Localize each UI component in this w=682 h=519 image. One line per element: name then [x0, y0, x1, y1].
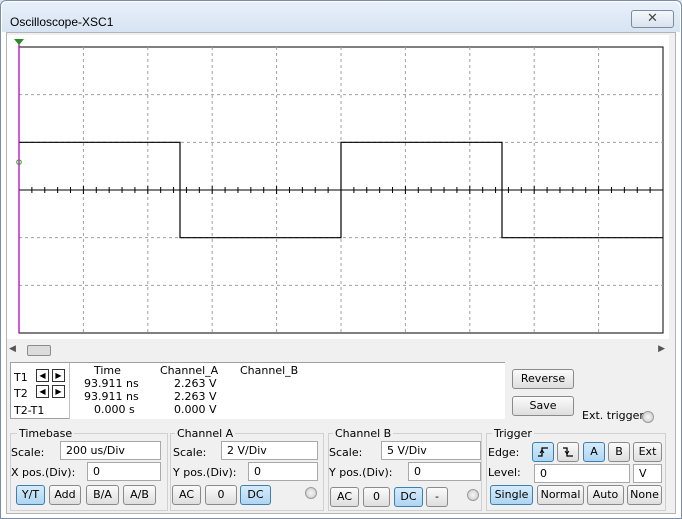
mode-ba-button[interactable]: B/A: [86, 485, 119, 505]
channel-b-minus-button[interactable]: -: [426, 487, 448, 507]
readout-table: Time Channel_A Channel_B 93.911 ns 2.263…: [69, 363, 505, 419]
header-time: Time: [94, 364, 121, 377]
timebase-xpos-label: X pos.(Div):: [11, 466, 76, 479]
window-title: Oscilloscope-XSC1: [10, 15, 114, 29]
channel-b-scale-field[interactable]: 5 V/Div: [381, 441, 481, 460]
trigger-auto-button[interactable]: Auto: [587, 485, 624, 505]
channel-b-ac-button[interactable]: AC: [330, 487, 359, 507]
trigger-title: Trigger: [492, 427, 534, 440]
channel-a-ypos-label: Y pos.(Div):: [173, 466, 237, 479]
timebase-xpos-field[interactable]: 0: [87, 462, 161, 481]
mode-yt-button[interactable]: Y/T: [16, 485, 45, 505]
channel-b-scale-label: Scale:: [329, 446, 363, 459]
row-label-t2: T2: [14, 387, 28, 400]
trigger-edge-label: Edge:: [488, 446, 520, 459]
t2-left-arrow-icon[interactable]: ◀: [36, 385, 49, 398]
reverse-button[interactable]: Reverse: [512, 369, 574, 389]
timebase-title: Timebase: [17, 427, 75, 440]
rising-edge-button[interactable]: [532, 442, 554, 462]
trigger-source-a-button[interactable]: A: [583, 442, 605, 462]
t1-right-arrow-icon[interactable]: ▶: [52, 369, 65, 382]
save-button[interactable]: Save: [512, 396, 574, 416]
channel-b-zero-button[interactable]: 0: [363, 487, 390, 507]
title-bar[interactable]: Oscilloscope-XSC1 ✕: [2, 2, 680, 32]
timebase-scale-label: Scale:: [11, 446, 45, 459]
t2-t1-time: 0.000 s: [94, 403, 135, 416]
trigger-single-button[interactable]: Single: [490, 485, 533, 505]
cursor-t1-marker: [14, 39, 24, 45]
header-channel-a: Channel_A: [160, 364, 219, 377]
channel-b-dc-button[interactable]: DC: [394, 487, 423, 507]
horizontal-scrollbar[interactable]: ◀ ▶: [9, 343, 671, 357]
channel-a-zero-button[interactable]: 0: [205, 485, 237, 505]
t2-channel-a: 2.263 V: [174, 390, 217, 403]
close-icon: ✕: [647, 11, 658, 26]
cursor-readout-panel: T1 ◀ ▶ T2 ◀ ▶ T2-T1 Time Channel_A Chann…: [10, 362, 505, 419]
channel-b-terminal[interactable]: [467, 489, 479, 501]
header-channel-b: Channel_B: [240, 364, 299, 377]
channel-b-ypos-label: Y pos.(Div):: [329, 466, 393, 479]
row-label-t1: T1: [14, 371, 28, 384]
trigger-level-unit[interactable]: V: [633, 464, 662, 483]
scroll-track[interactable]: [19, 345, 661, 355]
channel-b-ypos-field[interactable]: 0: [408, 462, 481, 481]
mode-add-button[interactable]: Add: [49, 485, 81, 505]
trigger-level-field[interactable]: 0: [534, 464, 630, 483]
scope-screen: [7, 35, 669, 339]
channel-b-title: Channel B: [333, 427, 394, 440]
trigger-level-label: Level:: [488, 466, 521, 479]
trigger-source-ext-button[interactable]: Ext: [633, 442, 662, 462]
channel-a-terminal[interactable]: [305, 487, 317, 499]
rising-edge-icon: [538, 447, 548, 457]
t1-time: 93.911 ns: [84, 377, 139, 390]
channel-a-title: Channel A: [175, 427, 236, 440]
trigger-normal-button[interactable]: Normal: [537, 485, 584, 505]
t1-left-arrow-icon[interactable]: ◀: [36, 369, 49, 382]
row-label-t2-t1: T2-T1: [14, 404, 45, 417]
t2-t1-channel-a: 0.000 V: [174, 403, 217, 416]
scroll-thumb[interactable]: [27, 345, 51, 356]
timebase-scale-field[interactable]: 200 us/Div: [60, 441, 161, 460]
t2-time: 93.911 ns: [84, 390, 139, 403]
scroll-right-icon[interactable]: ▶: [658, 344, 665, 354]
channel-a-dc-button[interactable]: DC: [240, 485, 271, 505]
scroll-left-icon[interactable]: ◀: [9, 344, 16, 354]
trigger-none-button[interactable]: None: [627, 485, 662, 505]
falling-edge-icon: [563, 447, 573, 457]
channel-a-scale-field[interactable]: 2 V/Div: [221, 441, 318, 460]
mode-ab-button[interactable]: A/B: [123, 485, 156, 505]
channel-a-scale-label: Scale:: [173, 446, 207, 459]
falling-edge-button[interactable]: [557, 442, 579, 462]
channel-a-ac-button[interactable]: AC: [172, 485, 201, 505]
ext-trigger-label: Ext. trigger: [582, 409, 644, 422]
close-button[interactable]: ✕: [631, 10, 674, 28]
t1-channel-a: 2.263 V: [174, 377, 217, 390]
ext-trigger-terminal[interactable]: [642, 411, 654, 423]
channel-a-ypos-field[interactable]: 0: [248, 462, 318, 481]
trigger-source-b-button[interactable]: B: [608, 442, 630, 462]
t2-right-arrow-icon[interactable]: ▶: [52, 385, 65, 398]
